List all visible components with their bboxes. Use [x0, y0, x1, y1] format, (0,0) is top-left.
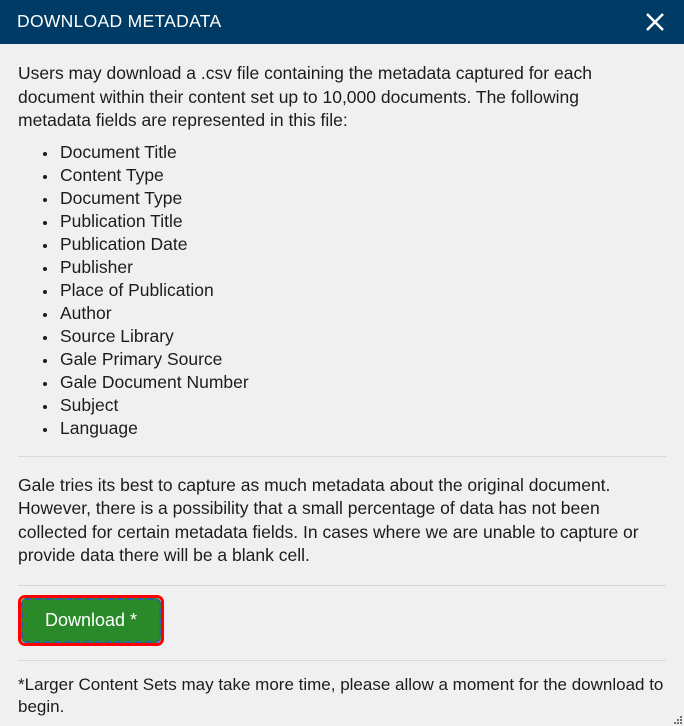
download-metadata-modal: DOWNLOAD METADATA Users may download a .…: [0, 0, 684, 726]
list-item: Place of Publication: [58, 279, 666, 302]
list-item: Document Type: [58, 187, 666, 210]
modal-body: Users may download a .csv file containin…: [0, 44, 684, 726]
download-footnote: *Larger Content Sets may take more time,…: [18, 674, 664, 716]
metadata-fields-list: Document Title Content Type Document Typ…: [18, 141, 666, 440]
list-item: Subject: [58, 394, 666, 417]
intro-paragraph: Users may download a .csv file containin…: [18, 63, 592, 130]
modal-header: DOWNLOAD METADATA: [0, 0, 684, 44]
modal-title: DOWNLOAD METADATA: [17, 11, 222, 32]
download-focus-ring: Download *: [18, 594, 165, 646]
list-item: Document Title: [58, 141, 666, 164]
metadata-note-paragraph: Gale tries its best to capture as much m…: [18, 474, 639, 566]
resize-grip[interactable]: [672, 714, 682, 724]
download-button-row: Download *: [18, 586, 666, 646]
list-item: Content Type: [58, 164, 666, 187]
download-button[interactable]: Download *: [21, 597, 162, 643]
list-item: Language: [58, 417, 666, 440]
list-item: Publisher: [58, 256, 666, 279]
list-item: Author: [58, 302, 666, 325]
list-item: Publication Date: [58, 233, 666, 256]
close-icon: [646, 13, 664, 31]
list-item: Source Library: [58, 325, 666, 348]
list-item: Gale Primary Source: [58, 348, 666, 371]
close-button[interactable]: [640, 7, 670, 37]
list-item: Publication Title: [58, 210, 666, 233]
list-item: Gale Document Number: [58, 371, 666, 394]
